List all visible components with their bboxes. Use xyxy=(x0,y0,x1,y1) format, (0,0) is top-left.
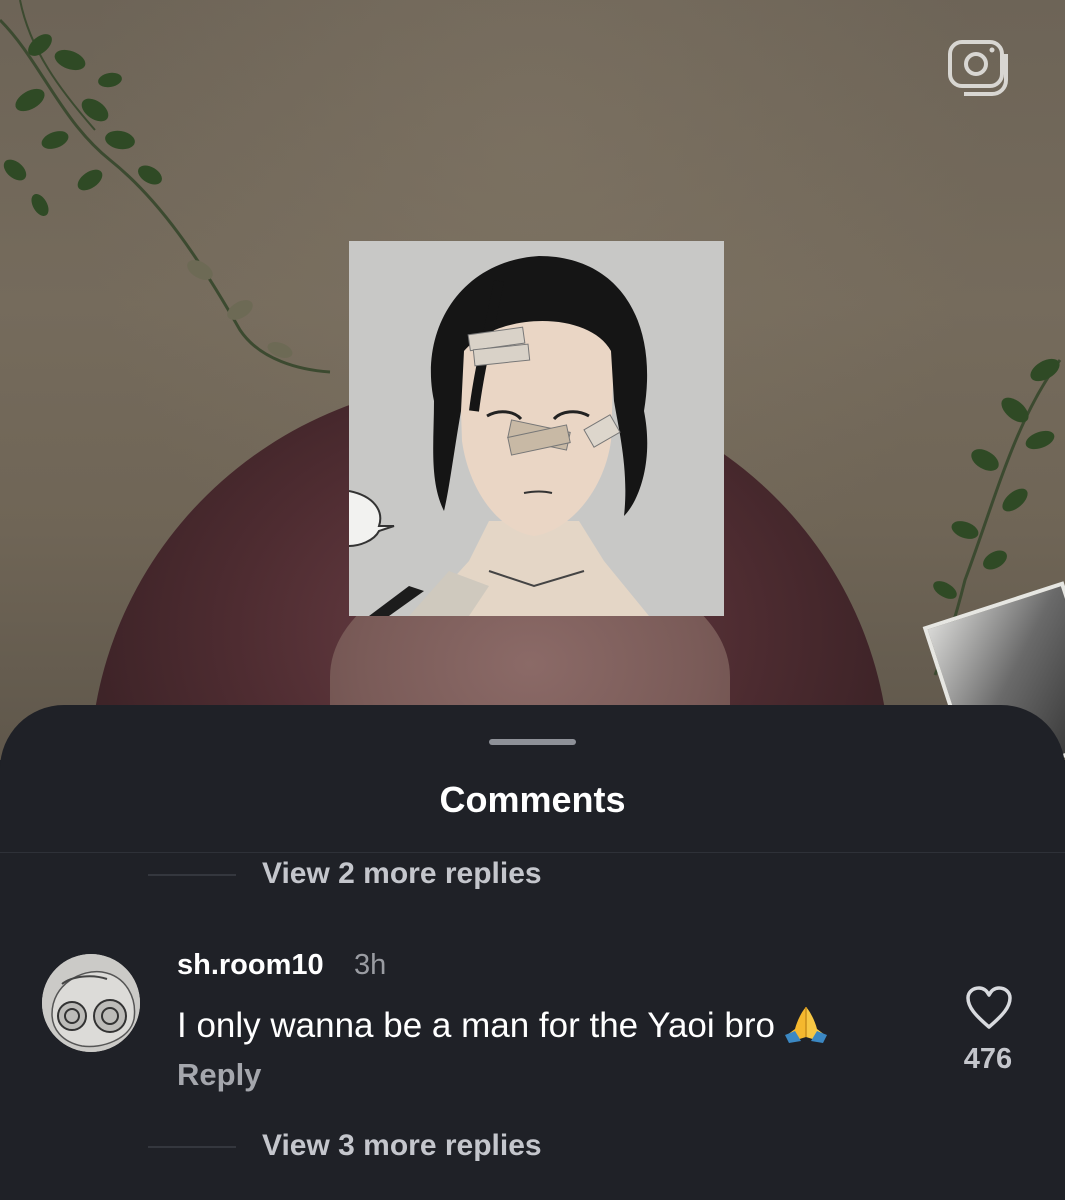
comments-sheet: Comments View 2 more replies sh.room10 3… xyxy=(0,705,1065,1200)
view-more-replies-button[interactable]: View 2 more replies xyxy=(262,857,542,891)
folded-hands-emoji xyxy=(784,1007,827,1043)
like-button[interactable]: 476 xyxy=(960,985,1020,1075)
character-illustration xyxy=(349,241,724,616)
video-background xyxy=(0,0,1065,760)
reply-button[interactable]: Reply xyxy=(177,1057,261,1093)
sheet-drag-handle[interactable] xyxy=(489,739,576,745)
comment-timestamp: 3h xyxy=(354,949,387,981)
avatar[interactable] xyxy=(42,954,140,1052)
title-divider xyxy=(0,852,1065,853)
camera-icon[interactable] xyxy=(944,36,1012,96)
heart-icon xyxy=(966,986,1012,1029)
comment-text: I only wanna be a man for the Yaoi bro xyxy=(177,1006,775,1045)
vine-decoration-left xyxy=(0,0,331,374)
avatar-image xyxy=(42,954,140,1052)
reply-thread-line xyxy=(148,874,236,876)
view-more-replies-button[interactable]: View 3 more replies xyxy=(262,1129,542,1163)
comment-username[interactable]: sh.room10 xyxy=(177,949,324,982)
comments-title: Comments xyxy=(439,779,626,820)
like-count: 476 xyxy=(963,1043,1013,1075)
comment-body: I only wanna be a man for the Yaoi bro xyxy=(177,1003,829,1046)
reply-thread-line xyxy=(148,1146,236,1148)
